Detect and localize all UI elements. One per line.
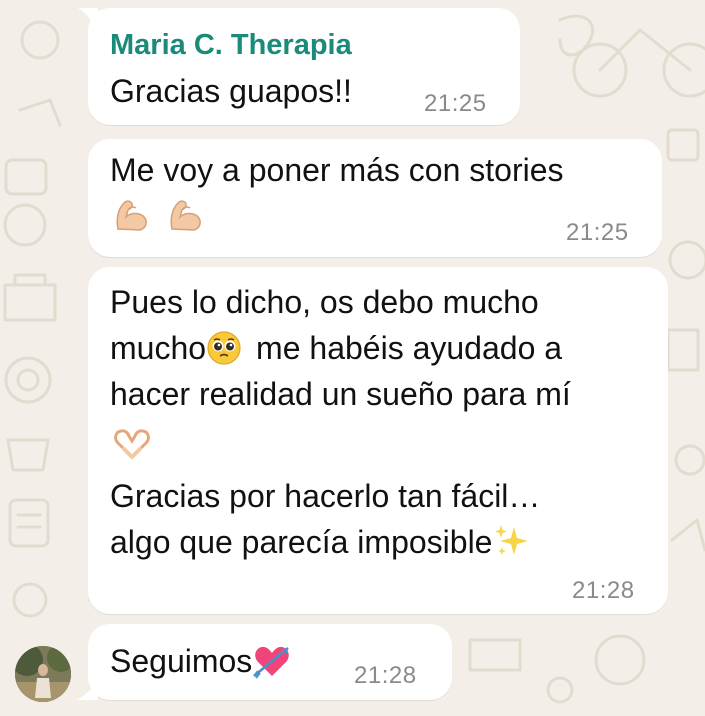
message-text-line: mucho me habéis ayudado a <box>110 325 562 371</box>
pleading-face-emoji <box>207 330 241 365</box>
emoji-row <box>112 195 206 237</box>
message-text-line: Gracias por hacerlo tan fácil… <box>110 478 541 514</box>
flexed-biceps-emoji <box>170 200 202 231</box>
sender-name[interactable]: Maria C. Therapia <box>110 28 352 62</box>
emoji-row <box>112 427 152 463</box>
message-text-line: hacer realidad un sueño para mí <box>110 376 571 412</box>
message-text: Me voy a poner más con stories <box>110 152 564 188</box>
message-timestamp: 21:25 <box>424 90 487 117</box>
message-bubble-3[interactable]: Pues lo dicho, os debo mucho mucho me ha… <box>88 267 668 614</box>
message-bubble-2[interactable]: Me voy a poner más con stories 21:25 <box>88 139 662 257</box>
message-text-line: Pues lo dicho, os debo mucho <box>110 284 539 320</box>
sparkles-emoji <box>495 524 529 555</box>
message-text-fragment: algo que parecía imposible <box>110 524 493 560</box>
message-timestamp: 21:25 <box>566 219 629 246</box>
bubble-tail <box>78 8 98 30</box>
message-text-fragment: Seguimos <box>110 643 253 679</box>
message-text-fragment: me habéis ayudado a <box>256 330 563 366</box>
heart-with-arrow-emoji <box>253 646 290 679</box>
message-bubble-4[interactable]: Seguimos 21:28 <box>88 624 452 700</box>
message-text-line: algo que parecía imposible <box>110 519 532 565</box>
message-bubble-1[interactable]: Maria C. Therapia Gracias guapos!! 21:25 <box>88 8 520 125</box>
avatar-photo <box>15 646 71 702</box>
message-text-fragment: mucho <box>110 330 207 366</box>
message-timestamp: 21:28 <box>572 577 635 604</box>
heart-hands-emoji <box>114 429 150 460</box>
message-text: Gracias guapos!! <box>110 73 352 109</box>
message-text-line: Seguimos <box>110 638 292 684</box>
sender-avatar[interactable] <box>15 646 71 702</box>
bubble-tail <box>76 678 98 700</box>
message-timestamp: 21:28 <box>354 662 417 689</box>
flexed-biceps-emoji <box>116 200 147 231</box>
